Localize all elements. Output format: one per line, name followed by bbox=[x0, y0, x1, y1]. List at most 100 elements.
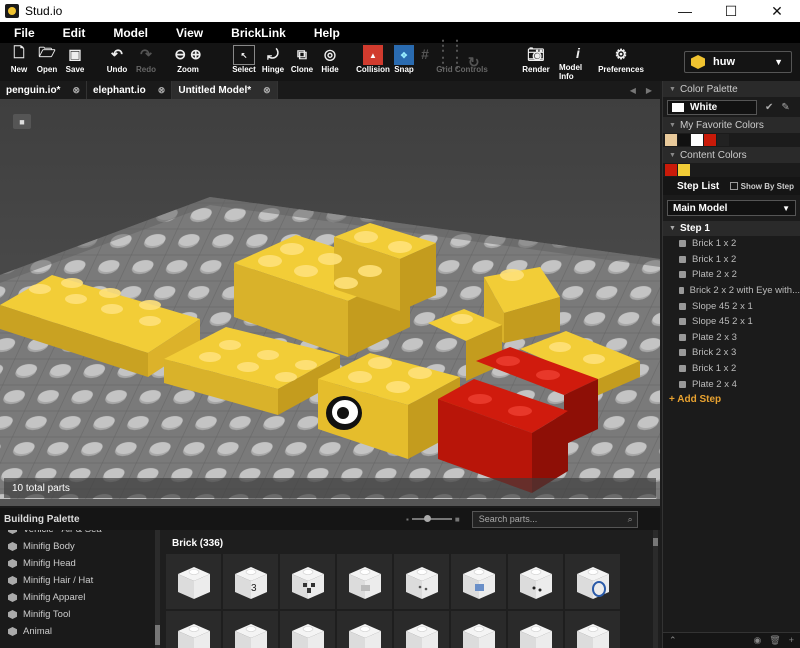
zoom-button[interactable]: ⊖ ⊕ Zoom bbox=[164, 43, 212, 81]
delete-icon[interactable]: 🗑︎ bbox=[769, 635, 780, 646]
step-item[interactable]: Brick 1 x 2 bbox=[663, 252, 800, 268]
tab-prev-icon[interactable]: ◀ bbox=[630, 86, 636, 95]
menu-edit[interactable]: Edit bbox=[49, 26, 100, 40]
model-select[interactable]: Main Model ▼ bbox=[667, 200, 796, 216]
part-thumbnail[interactable] bbox=[166, 611, 221, 648]
category-item[interactable]: Minifig Hair / Hat bbox=[0, 572, 160, 589]
part-thumbnail[interactable] bbox=[565, 611, 620, 648]
thumbnail-size-slider[interactable]: ▪ ■ bbox=[406, 515, 460, 524]
favorite-color-swatch[interactable] bbox=[678, 134, 690, 146]
part-thumbnail[interactable] bbox=[280, 611, 335, 648]
brick-icon bbox=[519, 623, 552, 648]
category-item[interactable]: Minifig Apparel bbox=[0, 589, 160, 606]
menu-file[interactable]: File bbox=[0, 26, 49, 40]
close-tab-icon[interactable]: ⊗ bbox=[263, 85, 271, 96]
part-thumbnail[interactable] bbox=[508, 554, 563, 609]
svg-text:3: 3 bbox=[251, 583, 257, 594]
menu-model[interactable]: Model bbox=[99, 26, 162, 40]
parts-scrollbar[interactable] bbox=[653, 530, 658, 648]
brick-icon bbox=[679, 333, 686, 341]
tab-penguin[interactable]: penguin.io* ⊗ bbox=[0, 81, 87, 99]
redo-button[interactable]: ↷ Redo bbox=[135, 43, 157, 81]
favorite-colors-header[interactable]: ▼ My Favorite Colors bbox=[663, 117, 800, 133]
part-thumbnail[interactable] bbox=[394, 554, 449, 609]
snap-button[interactable]: ✥ Snap bbox=[393, 43, 415, 81]
part-thumbnail[interactable] bbox=[451, 554, 506, 609]
content-color-swatch[interactable] bbox=[678, 164, 690, 176]
hide-button[interactable]: ◎ Hide bbox=[320, 43, 340, 81]
camera-toggle-icon[interactable]: ■ bbox=[13, 114, 31, 129]
search-parts-input[interactable]: Search parts... ⌕ bbox=[471, 510, 638, 528]
model-info-button[interactable]: i Model Info bbox=[559, 43, 597, 81]
part-thumbnail[interactable] bbox=[223, 611, 278, 648]
favorite-color-swatch[interactable] bbox=[665, 134, 677, 146]
part-thumbnail[interactable] bbox=[280, 554, 335, 609]
content-color-swatch[interactable] bbox=[665, 164, 677, 176]
color-picker-icon[interactable]: ✔ bbox=[765, 102, 773, 113]
part-thumbnail[interactable] bbox=[565, 554, 620, 609]
category-item[interactable]: Vehicle - Air & Sea bbox=[0, 530, 160, 538]
favorite-color-swatch[interactable] bbox=[704, 134, 716, 146]
favorite-color-swatch[interactable] bbox=[717, 134, 729, 146]
menu-bricklink[interactable]: BrickLink bbox=[217, 26, 300, 40]
step-item[interactable]: Plate 2 x 2 bbox=[663, 267, 800, 283]
preferences-button[interactable]: ⚙ Preferences bbox=[598, 43, 644, 81]
close-tab-icon[interactable]: ⊗ bbox=[158, 85, 166, 96]
part-thumbnail[interactable] bbox=[451, 611, 506, 648]
visibility-icon[interactable]: ◉ bbox=[753, 635, 761, 646]
grid-controls-button[interactable]: ⋮⋮ ⋮⋮ ↻ Grid Controls bbox=[436, 37, 488, 81]
category-item[interactable]: Minifig Tool bbox=[0, 606, 160, 623]
clone-icon: ⧉ bbox=[297, 45, 307, 62]
step-item[interactable]: Brick 1 x 2 bbox=[663, 236, 800, 252]
show-by-step-checkbox[interactable]: Show By Step bbox=[729, 182, 794, 191]
step-item[interactable]: Slope 45 2 x 1 bbox=[663, 314, 800, 330]
hinge-button[interactable]: ⤾ Hinge bbox=[262, 43, 284, 81]
user-dropdown[interactable]: huw ▼ bbox=[684, 51, 792, 73]
step-header[interactable]: ▼ Step 1 bbox=[663, 221, 800, 236]
collision-button[interactable]: ▲ Collision bbox=[356, 43, 390, 81]
render-button[interactable]: 📷︎ Render bbox=[522, 43, 550, 81]
tab-untitled-model[interactable]: Untitled Model* ⊗ bbox=[172, 81, 278, 99]
tab-elephant[interactable]: elephant.io ⊗ bbox=[87, 81, 173, 99]
step-item[interactable]: Slope 45 2 x 1 bbox=[663, 298, 800, 314]
color-palette-header[interactable]: ▼ Color Palette bbox=[663, 81, 800, 97]
step-item[interactable]: Plate 2 x 4 bbox=[663, 376, 800, 392]
category-scrollbar[interactable] bbox=[155, 530, 160, 648]
part-thumbnail[interactable] bbox=[394, 611, 449, 648]
maximize-button[interactable]: ☐ bbox=[708, 0, 754, 22]
3d-viewport[interactable]: ■ 10 total parts bbox=[0, 99, 660, 506]
add-icon[interactable]: + bbox=[789, 635, 794, 646]
selected-color-field[interactable]: White bbox=[667, 99, 757, 115]
category-item[interactable]: Animal bbox=[0, 623, 160, 640]
add-step-button[interactable]: + Add Step bbox=[663, 392, 800, 407]
category-item[interactable]: Minifig Body bbox=[0, 538, 160, 555]
close-window-button[interactable]: ✕ bbox=[754, 0, 800, 22]
new-button[interactable]: 🗋 New bbox=[8, 43, 30, 81]
content-colors-header[interactable]: ▼ Content Colors bbox=[663, 147, 800, 163]
favorite-color-swatch[interactable] bbox=[691, 134, 703, 146]
undo-button[interactable]: ↶ Undo bbox=[106, 43, 128, 81]
step-item[interactable]: Brick 2 x 2 with Eye with... bbox=[663, 283, 800, 299]
redo-icon: ↷ bbox=[140, 45, 152, 62]
step-item[interactable]: Brick 1 x 2 bbox=[663, 361, 800, 377]
eyedropper-icon[interactable]: ✎ bbox=[781, 102, 789, 113]
part-thumbnail[interactable]: 3 bbox=[223, 554, 278, 609]
open-button[interactable]: 🗁 Open bbox=[34, 43, 60, 81]
menu-view[interactable]: View bbox=[162, 26, 217, 40]
part-thumbnail[interactable] bbox=[166, 554, 221, 609]
tab-next-icon[interactable]: ▶ bbox=[646, 86, 652, 95]
clone-button[interactable]: ⧉ Clone bbox=[290, 43, 314, 81]
save-button[interactable]: ▣ Save bbox=[64, 43, 86, 81]
collapse-up-icon[interactable]: ⌃ bbox=[669, 635, 677, 646]
category-item[interactable]: Minifig Head bbox=[0, 555, 160, 572]
part-thumbnail[interactable] bbox=[508, 611, 563, 648]
select-button[interactable]: ↖ Select bbox=[231, 43, 257, 81]
menu-help[interactable]: Help bbox=[300, 26, 354, 40]
part-thumbnail[interactable] bbox=[337, 611, 392, 648]
step-item[interactable]: Brick 2 x 3 bbox=[663, 345, 800, 361]
grid-icon-button[interactable]: # bbox=[418, 43, 432, 81]
step-item[interactable]: Plate 2 x 3 bbox=[663, 330, 800, 346]
part-thumbnail[interactable] bbox=[337, 554, 392, 609]
close-tab-icon[interactable]: ⊗ bbox=[72, 85, 80, 96]
minimize-button[interactable]: — bbox=[662, 0, 708, 22]
